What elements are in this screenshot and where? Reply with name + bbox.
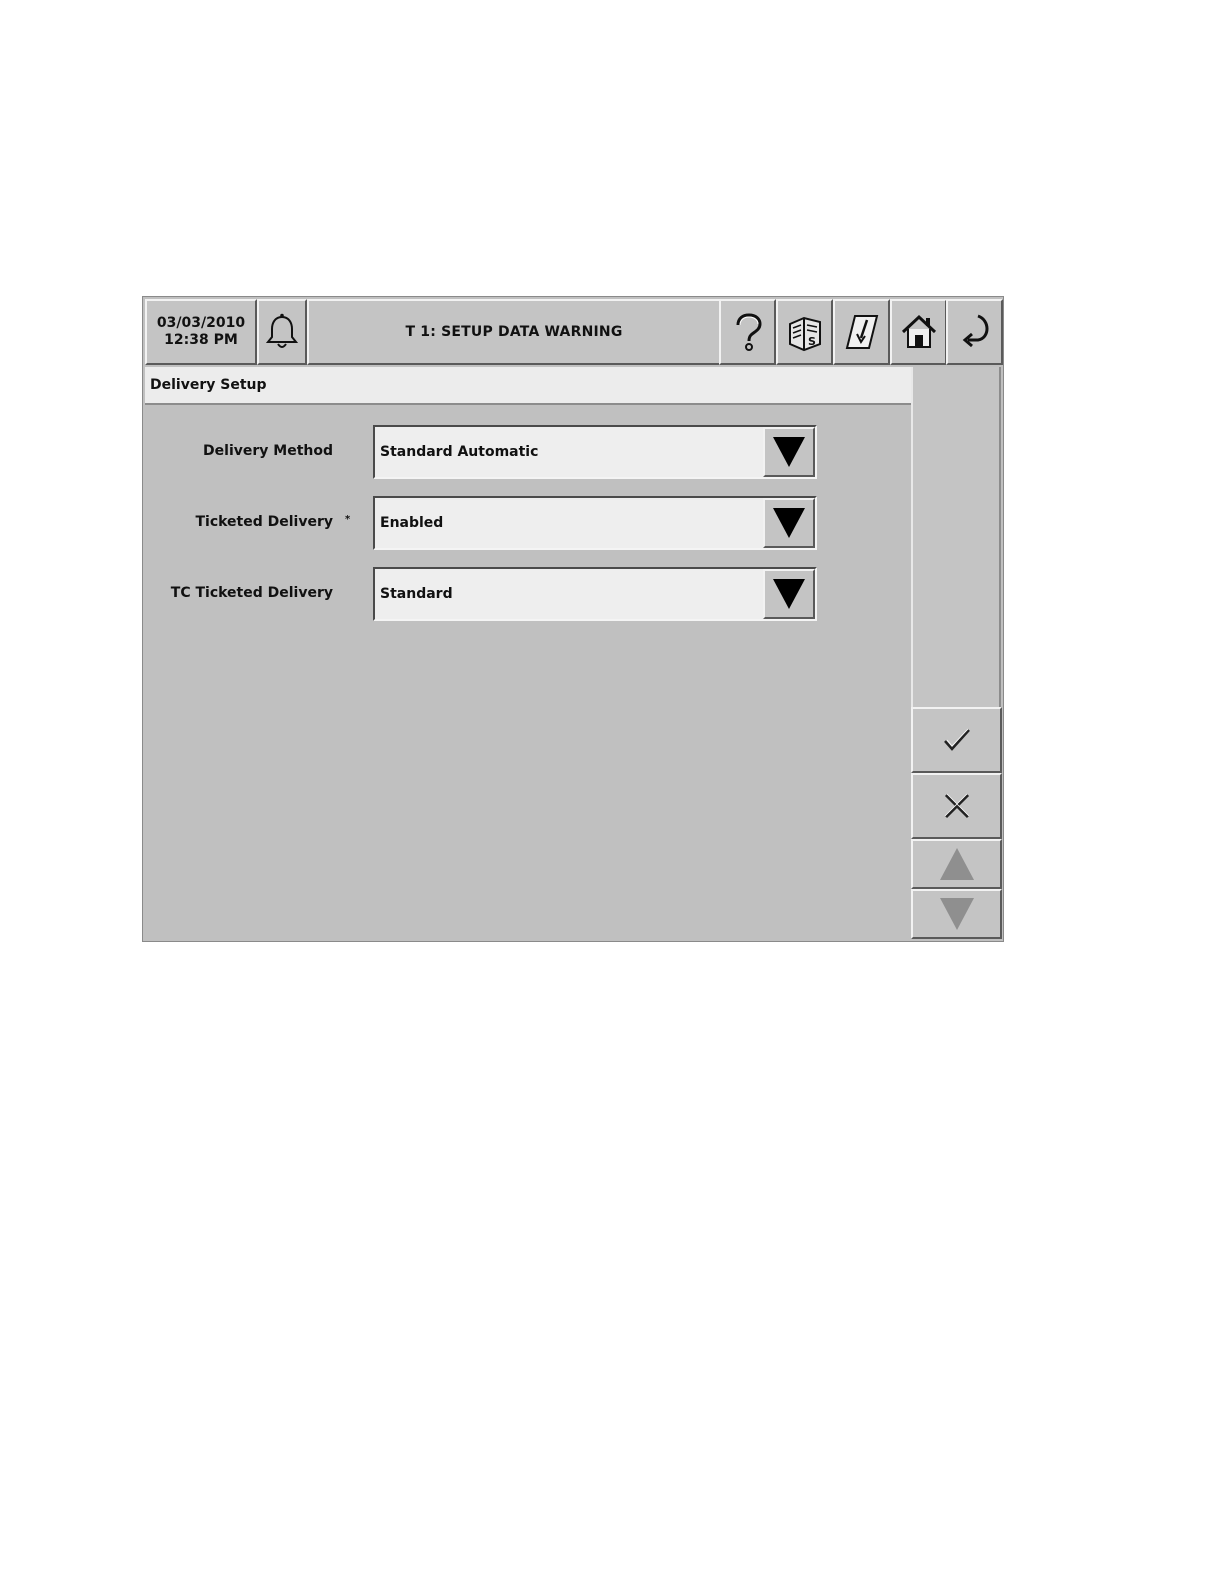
- bell-icon: [264, 312, 300, 352]
- tc-ticketed-delivery-dropdown-button[interactable]: [763, 569, 815, 619]
- delivery-method-value: Standard Automatic: [380, 444, 539, 460]
- help-button[interactable]: [719, 299, 776, 365]
- ticket-icon: [843, 312, 881, 352]
- scroll-down-icon: [939, 897, 975, 931]
- scroll-down-button[interactable]: [911, 889, 1002, 939]
- delivery-method-dropdown[interactable]: Standard Automatic: [373, 425, 817, 479]
- cancel-button[interactable]: [911, 773, 1002, 839]
- time-text: 12:38 PM: [164, 332, 238, 348]
- chevron-down-icon: [772, 506, 806, 540]
- ticketed-delivery-dropdown-button[interactable]: [763, 498, 815, 548]
- close-icon: [943, 792, 971, 820]
- scroll-up-icon: [939, 847, 975, 881]
- delivery-method-label: Delivery Method: [203, 443, 333, 459]
- home-icon: [900, 312, 938, 352]
- delivery-method-dropdown-button[interactable]: [763, 427, 815, 477]
- home-button[interactable]: [890, 299, 947, 365]
- ticketed-delivery-value: Enabled: [380, 515, 444, 531]
- manual-button[interactable]: S: [776, 299, 833, 365]
- svg-text:S: S: [808, 335, 816, 348]
- chevron-down-icon: [772, 577, 806, 611]
- manual-icon: S: [786, 312, 824, 352]
- tc-ticketed-delivery-dropdown[interactable]: Standard: [373, 567, 817, 621]
- date-text: 03/03/2010: [156, 315, 246, 331]
- tc-ticketed-delivery-value: Standard: [380, 586, 453, 602]
- setup-screen: 03/03/2010 12:38 PM T 1: SETUP DATA WARN…: [142, 296, 1004, 942]
- date-time-display: 03/03/2010 12:38 PM: [145, 299, 257, 365]
- alarm-button[interactable]: [257, 299, 307, 365]
- ticket-button[interactable]: [833, 299, 890, 365]
- section-header: Delivery Setup: [145, 367, 911, 405]
- required-marker: *: [345, 514, 351, 525]
- section-title: Delivery Setup: [150, 377, 267, 393]
- screen-title-text: T 1: SETUP DATA WARNING: [405, 324, 623, 340]
- ticketed-delivery-dropdown[interactable]: Enabled: [373, 496, 817, 550]
- back-icon: [956, 312, 994, 352]
- scroll-up-button[interactable]: [911, 839, 1002, 889]
- screen-title: T 1: SETUP DATA WARNING: [307, 299, 721, 365]
- check-icon: [942, 727, 972, 753]
- accept-button[interactable]: [911, 707, 1002, 773]
- back-button[interactable]: [946, 299, 1003, 365]
- ticketed-delivery-label: Ticketed Delivery: [195, 514, 333, 530]
- side-panel: [911, 367, 1001, 707]
- top-bar: 03/03/2010 12:38 PM T 1: SETUP DATA WARN…: [143, 297, 1003, 367]
- chevron-down-icon: [772, 435, 806, 469]
- tc-ticketed-delivery-label: TC Ticketed Delivery: [170, 585, 333, 601]
- help-icon: [730, 312, 766, 352]
